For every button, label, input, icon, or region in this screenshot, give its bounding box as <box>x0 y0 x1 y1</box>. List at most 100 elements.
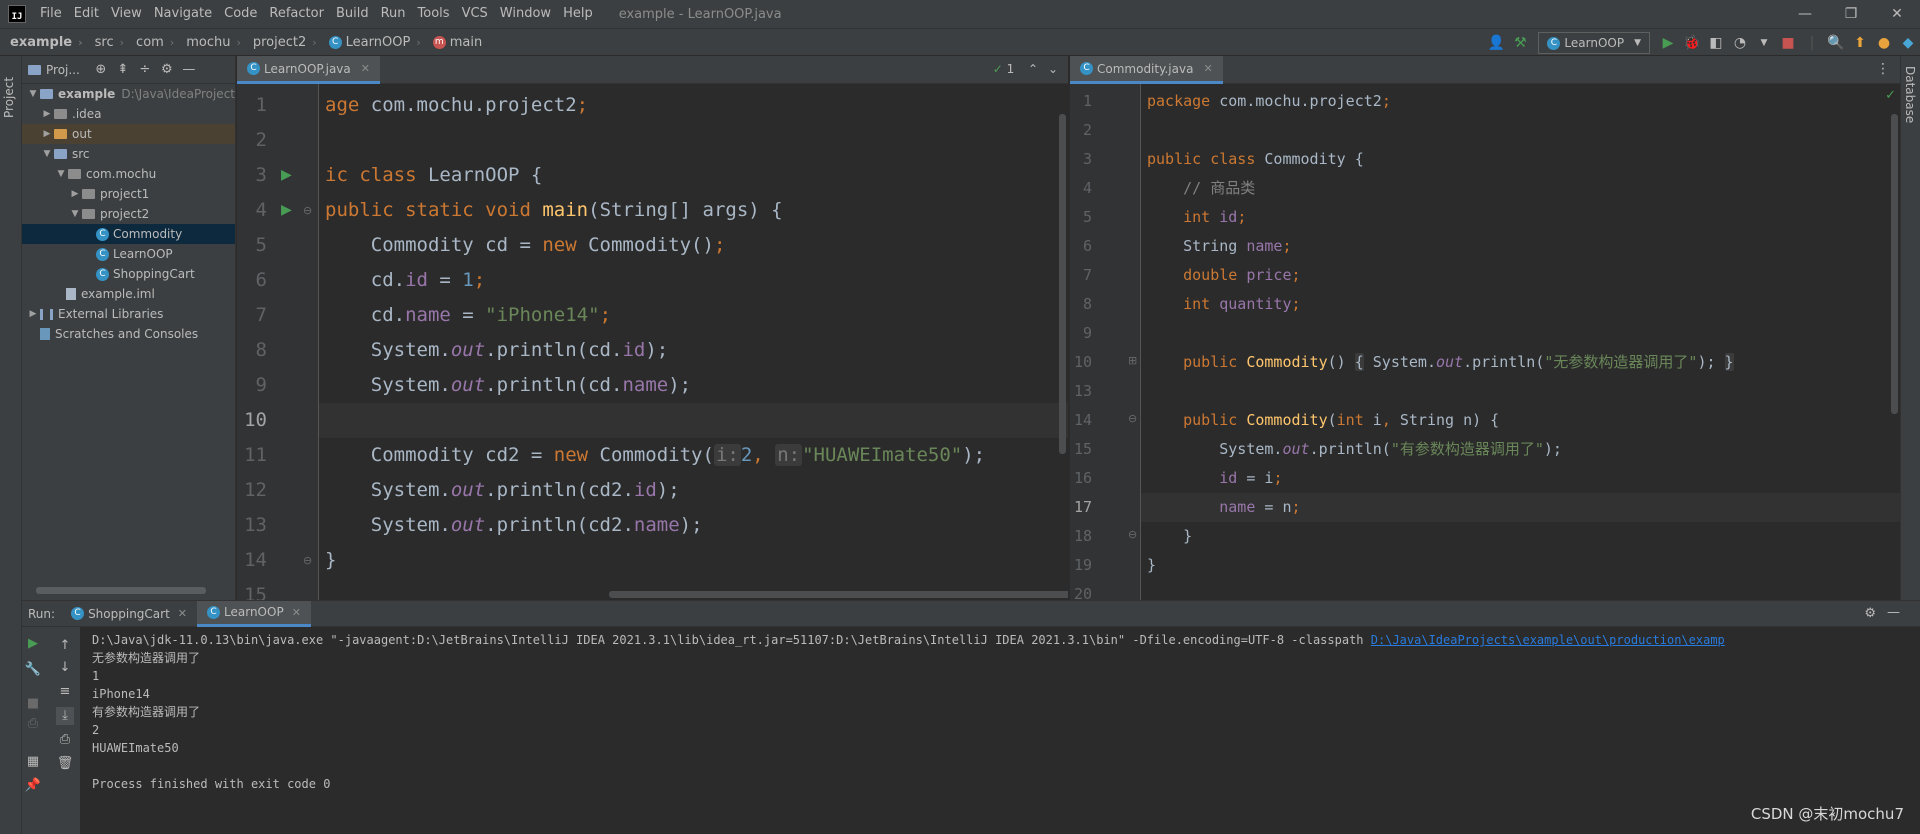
run-icon[interactable]: ▶ <box>1656 31 1680 55</box>
fold-icon[interactable]: ⊖ <box>1128 528 1137 541</box>
menu-view[interactable]: View <box>105 0 148 28</box>
menu-navigate[interactable]: Navigate <box>148 0 218 28</box>
notification-icon[interactable]: ● <box>1872 31 1896 55</box>
horizontal-scrollbar[interactable] <box>609 591 1068 598</box>
trash-icon[interactable]: 🗑 <box>56 755 74 773</box>
editor-learnoop[interactable]: C LearnOOP.java ✕ ✓ 1 ⌃ ⌄ 1 2 3 4 5 6 7 … <box>237 56 1068 600</box>
restore-icon[interactable]: ❐ <box>1828 0 1874 28</box>
vertical-scrollbar[interactable] <box>1059 114 1066 454</box>
folded-brace[interactable]: { <box>1354 353 1364 371</box>
more-run-chevron-icon[interactable]: ▼ <box>1752 31 1776 55</box>
breadcrumb-project2[interactable]: project2 › <box>243 35 319 50</box>
more-tabs-icon[interactable]: ⋮ <box>1876 61 1890 77</box>
menu-code[interactable]: Code <box>218 0 263 28</box>
gear-icon[interactable]: ⚙ <box>156 62 178 77</box>
tree-item-shoppingcart[interactable]: C ShoppingCart <box>22 264 235 284</box>
arrow-down-icon[interactable]: ↓ <box>56 659 74 677</box>
debug-icon[interactable]: 🐞 <box>1680 31 1704 55</box>
code-area[interactable]: package com.mochu.project2; public class… <box>1141 84 1900 600</box>
layout-icon[interactable]: ▦ <box>24 753 42 771</box>
locate-file-icon[interactable]: ⊕ <box>90 62 112 77</box>
run-main-icon[interactable]: ▶ <box>281 202 292 218</box>
breadcrumb-class[interactable]: C LearnOOP › <box>319 35 423 50</box>
scroll-to-end-icon[interactable]: ⤓ <box>56 707 74 725</box>
breadcrumb-method[interactable]: m main <box>423 35 484 50</box>
fold-icon[interactable]: ⊖ <box>303 204 312 217</box>
menu-run[interactable]: Run <box>375 0 412 28</box>
run-class-icon[interactable]: ▶ <box>281 167 292 183</box>
hide-panel-icon[interactable]: — <box>1887 605 1900 620</box>
tree-item-src[interactable]: ▼ src <box>22 144 235 164</box>
project-view-select[interactable]: Proj... <box>46 63 80 77</box>
tree-item-out[interactable]: ▶ out <box>22 124 235 144</box>
search-icon[interactable]: 🔍 <box>1824 31 1848 55</box>
menu-tools[interactable]: Tools <box>412 0 456 28</box>
tree-item-idea[interactable]: ▶ .idea <box>22 104 235 124</box>
menu-vcs[interactable]: VCS <box>456 0 494 28</box>
user-icon[interactable]: 👤 <box>1484 31 1508 55</box>
collapse-all-icon[interactable]: ⇞ <box>112 62 134 77</box>
chevron-up-icon[interactable]: ⌃ <box>1028 62 1038 76</box>
rerun-icon[interactable]: ▶ <box>24 635 42 653</box>
profile-icon[interactable]: ◔ <box>1728 31 1752 55</box>
tab-learnoop-java[interactable]: C LearnOOP.java ✕ <box>237 56 380 84</box>
close-window-icon[interactable]: ✕ <box>1874 0 1920 28</box>
fold-icon[interactable]: ⊖ <box>303 554 312 567</box>
code-area[interactable]: age com.mochu.project2; ic class LearnOO… <box>319 84 1068 600</box>
expand-fold-icon[interactable]: ⊞ <box>1128 354 1137 367</box>
stop-icon[interactable]: ■ <box>24 695 42 713</box>
coverage-icon[interactable]: ◧ <box>1704 31 1728 55</box>
intellij-logo-icon[interactable]: IJ <box>8 5 26 23</box>
tree-item-example-iml[interactable]: example.iml <box>22 284 235 304</box>
database-tool-window-button[interactable]: Database <box>1903 66 1917 123</box>
editor-commodity[interactable]: C Commodity.java ✕ ⋮ 1 2 3 4 5 6 7 8 9 1… <box>1070 56 1900 600</box>
tab-commodity-java[interactable]: C Commodity.java ✕ <box>1070 56 1223 84</box>
tree-item-com-mochu[interactable]: ▼ com.mochu <box>22 164 235 184</box>
project-tool-window-button[interactable]: Project <box>2 77 16 118</box>
menu-build[interactable]: Build <box>330 0 375 28</box>
close-icon[interactable]: ✕ <box>178 607 187 620</box>
gear-icon[interactable]: ⚙ <box>1864 606 1876 621</box>
soft-wrap-icon[interactable]: ≡ <box>56 683 74 701</box>
classpath-link[interactable]: D:\Java\IdeaProjects\example\out\product… <box>1371 633 1725 647</box>
tree-item-learnoop[interactable]: C LearnOOP <box>22 244 235 264</box>
tree-item-example[interactable]: ▼ example D:\Java\IdeaProject <box>22 84 235 104</box>
tree-item-commodity[interactable]: C Commodity <box>22 224 235 244</box>
menu-window[interactable]: Window <box>494 0 557 28</box>
plugin-icon[interactable]: ◆ <box>1896 31 1920 55</box>
restore-layout-icon[interactable]: ⎙ <box>24 715 42 733</box>
chevron-down-icon[interactable]: ⌄ <box>1048 62 1058 76</box>
close-icon[interactable]: ✕ <box>361 62 370 75</box>
stop-icon[interactable]: ■ <box>1776 31 1800 55</box>
menu-help[interactable]: Help <box>557 0 599 28</box>
close-icon[interactable]: ✕ <box>292 606 301 619</box>
tree-item-scratches[interactable]: Scratches and Consoles <box>22 324 235 344</box>
update-icon[interactable]: ⬆ <box>1848 31 1872 55</box>
console-output[interactable]: D:\Java\jdk-11.0.13\bin\java.exe "-javaa… <box>92 631 1910 834</box>
vertical-scrollbar[interactable] <box>1891 114 1898 414</box>
breadcrumb-src[interactable]: src › <box>85 35 126 50</box>
tree-item-external-libraries[interactable]: ▶ External Libraries <box>22 304 235 324</box>
build-hammer-icon[interactable]: ⚒ <box>1508 31 1532 55</box>
run-tab-shoppingcart[interactable]: C ShoppingCart ✕ <box>61 601 197 627</box>
hide-panel-icon[interactable]: — <box>178 62 200 77</box>
run-tab-learnoop[interactable]: C LearnOOP ✕ <box>197 600 311 627</box>
tree-item-project1[interactable]: ▶ project1 <box>22 184 235 204</box>
menu-edit[interactable]: Edit <box>68 0 105 28</box>
menu-file[interactable]: File <box>34 0 68 28</box>
folded-brace[interactable]: } <box>1724 353 1734 371</box>
wrench-icon[interactable]: 🔧 <box>24 661 42 679</box>
close-icon[interactable]: ✕ <box>1203 62 1212 75</box>
menu-refactor[interactable]: Refactor <box>263 0 330 28</box>
expand-all-icon[interactable]: ÷ <box>134 62 156 77</box>
print-icon[interactable]: ⎙ <box>56 731 74 749</box>
fold-icon[interactable]: ⊖ <box>1128 412 1137 425</box>
breadcrumb-com[interactable]: com › <box>126 35 176 50</box>
breadcrumb-mochu[interactable]: mochu › <box>176 35 243 50</box>
arrow-up-icon[interactable]: ↑ <box>56 637 74 655</box>
run-configuration-select[interactable]: C LearnOOP ▼ <box>1538 32 1650 54</box>
breadcrumb-project[interactable]: example › <box>0 35 85 50</box>
minimize-icon[interactable]: — <box>1782 0 1828 28</box>
horizontal-scrollbar[interactable] <box>36 587 206 594</box>
inspection-widget[interactable]: ✓ 1 ⌃ ⌄ <box>993 62 1058 76</box>
